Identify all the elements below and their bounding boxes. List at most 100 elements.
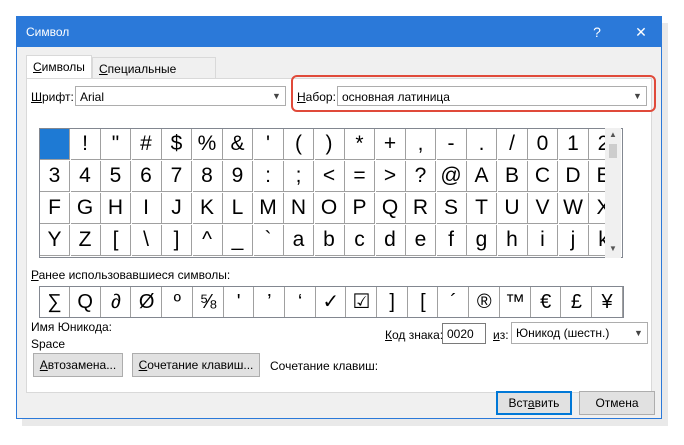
symbol-cell[interactable]: 5	[101, 161, 131, 192]
symbol-cell[interactable]: )	[314, 129, 345, 160]
recent-symbol-cell[interactable]: ☑	[347, 287, 377, 317]
symbol-cell[interactable]: g	[467, 225, 497, 256]
symbol-cell[interactable]: 8	[192, 161, 223, 192]
symbol-cell[interactable]: !	[70, 129, 101, 160]
symbol-cell[interactable]: C	[528, 161, 558, 192]
recent-symbol-cell[interactable]: ✓	[316, 287, 347, 317]
cancel-button[interactable]: Отмена	[579, 391, 655, 415]
symbol-cell[interactable]: #	[131, 129, 162, 160]
chevron-down-icon[interactable]: ▼	[267, 87, 285, 105]
symbol-cell[interactable]: D	[558, 161, 589, 192]
symbol-cell[interactable]: &	[223, 129, 253, 160]
symbol-cell[interactable]: .	[467, 129, 497, 160]
symbol-cell[interactable]: _	[223, 225, 253, 256]
recent-symbol-cell[interactable]: ®	[470, 287, 500, 317]
chevron-down-icon[interactable]: ▼	[628, 87, 646, 105]
symbol-cell[interactable]: Q	[375, 193, 406, 224]
symbol-cell[interactable]: H	[101, 193, 131, 224]
symbol-cell[interactable]: /	[497, 129, 528, 160]
symbol-cell[interactable]: N	[284, 193, 314, 224]
recent-symbol-cell[interactable]: ∑	[40, 287, 70, 317]
symbol-cell[interactable]: U	[497, 193, 528, 224]
symbol-cell[interactable]: +	[375, 129, 406, 160]
recent-symbol-cell[interactable]: Ø	[132, 287, 163, 317]
symbol-cell[interactable]: a	[284, 225, 314, 256]
symbol-cell[interactable]: ^	[192, 225, 223, 256]
symbol-cell[interactable]: W	[558, 193, 589, 224]
tab-symbols[interactable]: Символы	[26, 55, 92, 80]
symbol-cell[interactable]: h	[497, 225, 528, 256]
symbol-cell[interactable]: F	[40, 193, 70, 224]
symbol-scrollbar[interactable]: ▲ ▼	[605, 128, 621, 258]
symbol-cell[interactable]: Z	[70, 225, 101, 256]
recent-symbol-cell[interactable]: [	[408, 287, 439, 317]
symbol-cell[interactable]: @	[436, 161, 467, 192]
recent-symbol-cell[interactable]: Q	[71, 287, 101, 317]
scroll-up-icon[interactable]: ▲	[605, 128, 621, 142]
font-combo[interactable]: Arial ▼	[75, 86, 286, 106]
recent-symbol-cell[interactable]: ⅝	[194, 287, 224, 317]
chevron-down-icon[interactable]: ▼	[629, 323, 647, 343]
symbol-cell[interactable]: [	[101, 225, 131, 256]
symbol-cell[interactable]: -	[436, 129, 467, 160]
scroll-down-icon[interactable]: ▼	[605, 242, 621, 256]
recent-symbol-cell[interactable]: ∂	[101, 287, 132, 317]
symbol-cell[interactable]: R	[406, 193, 436, 224]
symbol-cell[interactable]: Y	[40, 225, 70, 256]
symbol-grid[interactable]: ! " # $% & '() * +, -./0 1 2 3 4 5 6 7 8 9:; < = >? @ A B C D E F G H…	[39, 128, 623, 258]
symbol-cell[interactable]: $	[162, 129, 192, 160]
symbol-cell[interactable]: S	[436, 193, 467, 224]
symbol-cell[interactable]: 0	[528, 129, 558, 160]
symbol-cell[interactable]: T	[467, 193, 497, 224]
char-code-field[interactable]: 0020	[442, 323, 486, 344]
recent-symbol-cell[interactable]: £	[562, 287, 592, 317]
symbol-cell[interactable]: K	[192, 193, 223, 224]
symbol-cell[interactable]: J	[162, 193, 192, 224]
symbol-cell[interactable]: I	[131, 193, 162, 224]
symbol-cell[interactable]: >	[375, 161, 406, 192]
symbol-cell[interactable]: =	[345, 161, 375, 192]
scroll-thumb[interactable]	[609, 144, 617, 158]
symbol-cell[interactable]: L	[223, 193, 253, 224]
symbol-cell[interactable]: j	[558, 225, 589, 256]
symbol-cell[interactable]: ,	[406, 129, 436, 160]
close-button[interactable]: ✕	[623, 17, 659, 47]
symbol-cell[interactable]: c	[345, 225, 375, 256]
insert-button[interactable]: Вставить	[496, 391, 572, 415]
symbol-cell[interactable]: M	[253, 193, 284, 224]
recent-symbol-cell[interactable]: ¥	[593, 287, 623, 317]
recent-symbol-cell[interactable]: '	[224, 287, 255, 317]
symbol-cell[interactable]: B	[497, 161, 528, 192]
recent-symbol-cell[interactable]: ™	[501, 287, 531, 317]
help-button[interactable]: ?	[579, 17, 615, 47]
symbol-cell[interactable]: d	[375, 225, 406, 256]
symbol-cell[interactable]: %	[192, 129, 223, 160]
symbol-cell[interactable]	[40, 129, 70, 160]
recent-symbol-cell[interactable]: €	[531, 287, 562, 317]
recent-symbol-cell[interactable]: ’	[255, 287, 285, 317]
symbol-cell[interactable]: P	[345, 193, 375, 224]
symbol-cell[interactable]: V	[528, 193, 558, 224]
symbol-cell[interactable]: (	[284, 129, 314, 160]
symbol-cell[interactable]: ;	[284, 161, 314, 192]
title-bar[interactable]: Символ ? ✕	[17, 17, 661, 47]
symbol-cell[interactable]: ?	[406, 161, 436, 192]
symbol-cell[interactable]: 4	[70, 161, 101, 192]
recent-symbols[interactable]: ∑ Q ∂ Øº ⅝ '’ ‘✓ ☑][´ ® ™ € £ ¥	[39, 286, 624, 318]
symbol-cell[interactable]: O	[314, 193, 345, 224]
symbol-cell[interactable]: 9	[223, 161, 253, 192]
from-combo[interactable]: Юникод (шестн.) ▼	[511, 322, 648, 344]
symbol-cell[interactable]: A	[467, 161, 497, 192]
symbol-cell[interactable]: 6	[131, 161, 162, 192]
shortcut-key-button[interactable]: Сочетание клавиш...	[132, 353, 260, 377]
tab-special-characters[interactable]: Специальные знаки	[92, 57, 216, 90]
symbol-cell[interactable]: 1	[558, 129, 589, 160]
symbol-cell[interactable]: G	[70, 193, 101, 224]
symbol-cell[interactable]: "	[101, 129, 131, 160]
symbol-cell[interactable]: i	[528, 225, 558, 256]
recent-symbol-cell[interactable]: ‘	[286, 287, 316, 317]
subset-combo[interactable]: основная латиница ▼	[337, 86, 647, 106]
symbol-cell[interactable]: *	[345, 129, 375, 160]
symbol-cell[interactable]: 7	[162, 161, 192, 192]
symbol-cell[interactable]: <	[314, 161, 345, 192]
